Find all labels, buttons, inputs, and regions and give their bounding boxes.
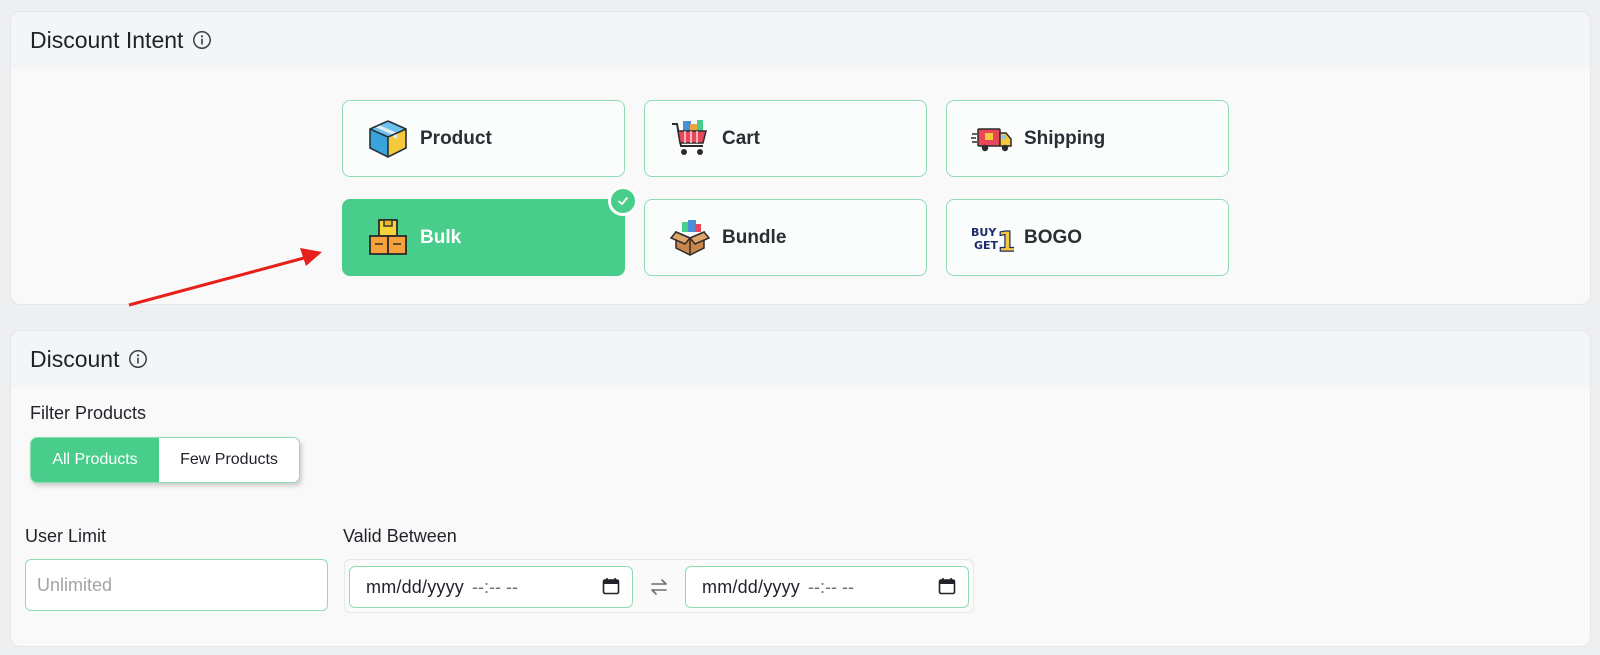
end-time-placeholder: --:-- -- (808, 576, 854, 597)
intent-option-label: Cart (722, 127, 761, 149)
start-datetime-input[interactable]: mm/dd/yyyy --:-- -- (349, 566, 633, 608)
open-box-icon (667, 215, 713, 261)
intent-option-bogo[interactable]: BUY GET 1 BOGO (946, 199, 1229, 276)
intent-option-label: BOGO (1024, 226, 1083, 248)
intent-option-bundle[interactable]: Bundle (644, 199, 927, 276)
intent-option-product[interactable]: Product (342, 100, 625, 177)
few-products-button[interactable]: Few Products (159, 438, 299, 482)
info-icon[interactable] (128, 349, 148, 369)
start-time-placeholder: --:-- -- (472, 576, 518, 597)
valid-between-label: Valid Between (343, 526, 457, 546)
discount-title: Discount (30, 345, 120, 372)
calendar-icon[interactable] (938, 577, 956, 595)
intent-option-label: Bulk (420, 226, 462, 248)
intent-option-shipping[interactable]: Shipping (946, 100, 1229, 177)
delivery-truck-icon (969, 116, 1015, 162)
intent-option-label: Shipping (1024, 127, 1106, 149)
user-limit-label: User Limit (25, 526, 107, 546)
discount-intent-title: Discount Intent (30, 26, 184, 53)
all-products-button[interactable]: All Products (31, 438, 159, 482)
bogo-icon-line2: GET (974, 239, 999, 252)
stacked-boxes-icon (365, 215, 411, 261)
intent-option-label: Bundle (722, 226, 787, 248)
user-limit-input[interactable] (25, 559, 328, 611)
bogo-icon-line1: BUY (971, 226, 997, 239)
discount-intent-header: Discount Intent (11, 12, 1590, 68)
intent-option-label: Product (420, 127, 492, 149)
info-icon[interactable] (192, 30, 212, 50)
intent-option-bulk[interactable]: Bulk (342, 186, 638, 276)
shopping-cart-icon (667, 116, 713, 162)
swap-arrows-icon (647, 575, 671, 599)
box-icon (365, 116, 411, 162)
filter-products-toggle: All Products Few Products (30, 437, 300, 483)
buy-get-1-icon: BUY GET 1 (969, 215, 1015, 261)
filter-products-label: Filter Products (30, 403, 147, 423)
calendar-icon[interactable] (602, 577, 620, 595)
start-date-placeholder: mm/dd/yyyy (366, 576, 465, 597)
bogo-icon-number: 1 (997, 225, 1014, 258)
selected-check-icon (608, 186, 638, 216)
intent-option-cart[interactable]: Cart (644, 100, 927, 177)
end-datetime-input[interactable]: mm/dd/yyyy --:-- -- (685, 566, 969, 608)
discount-panel: Discount Filter Products All Products Fe… (10, 330, 1591, 647)
discount-header: Discount (11, 331, 1590, 387)
discount-intent-panel: Discount Intent Product Cart Shipping Bu… (10, 11, 1591, 305)
valid-between-range: mm/dd/yyyy --:-- -- mm/dd/yyyy --:-- -- (344, 559, 974, 613)
end-date-placeholder: mm/dd/yyyy (702, 576, 801, 597)
